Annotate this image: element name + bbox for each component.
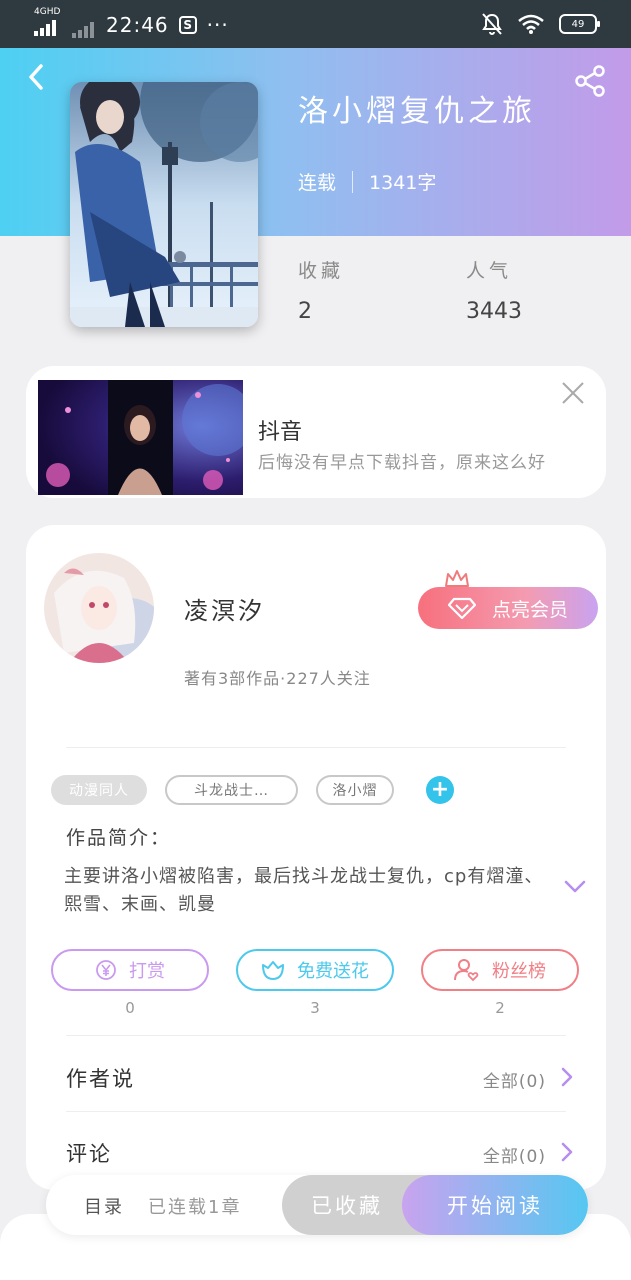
stat-popularity: 人气 3443 — [466, 256, 522, 324]
reward-label: 打赏 — [129, 961, 165, 982]
divider — [66, 1035, 566, 1036]
yen-icon — [96, 960, 116, 980]
toc-button[interactable]: 目录 — [84, 1193, 124, 1219]
row-title: 评论 — [66, 1142, 112, 1166]
network-type: 4GHD — [34, 7, 61, 17]
favorited-label: 已收藏 — [311, 1194, 383, 1218]
bottom-action-bar: 目录 已连载1章 已收藏 开始阅读 — [46, 1175, 588, 1235]
intro-title: 作品简介： — [66, 827, 172, 849]
diamond-icon — [447, 597, 476, 619]
share-icon[interactable] — [573, 64, 607, 98]
ad-app-name: 抖音 — [258, 420, 303, 445]
author-avatar[interactable] — [44, 553, 154, 663]
fan-rank-button[interactable]: 粉丝榜 — [421, 949, 579, 991]
close-icon[interactable] — [560, 380, 586, 406]
divider — [66, 747, 566, 748]
vip-button[interactable]: 点亮会员 — [418, 587, 598, 629]
more-notifications-icon: ··· — [206, 13, 229, 37]
tag-character[interactable]: 洛小熠 — [316, 775, 394, 805]
author-name[interactable]: 凌溟汐 — [184, 591, 265, 626]
toc-status[interactable]: 已连载1章 — [148, 1193, 241, 1219]
book-title: 洛小熠复仇之旅 — [298, 94, 536, 129]
stat-label: 收藏 — [298, 260, 345, 282]
divider — [66, 1111, 566, 1112]
cover-illustration — [70, 82, 258, 327]
signal-icon-secondary — [72, 20, 94, 38]
signal-icon — [34, 18, 62, 36]
flower-icon — [262, 961, 284, 980]
book-cover[interactable] — [70, 82, 258, 327]
clock: 22:46 — [106, 13, 169, 37]
battery-level: 49 — [571, 18, 585, 30]
mute-bell-icon — [482, 13, 502, 35]
wifi-icon — [518, 14, 544, 34]
fan-rank-icon — [454, 959, 479, 982]
fan-rank-count: 2 — [495, 999, 505, 1017]
reward-button[interactable]: 打赏 — [51, 949, 209, 991]
tag-genre[interactable]: 动漫同人 — [51, 775, 147, 805]
status-left: 4GHD 22:46 S ··· — [34, 7, 229, 40]
row-value: 全部(0) — [482, 1072, 546, 1092]
send-flower-label: 免费送花 — [297, 961, 369, 982]
add-tag-button[interactable]: + — [426, 776, 454, 804]
back-arrow-icon[interactable] — [22, 62, 52, 92]
row-title: 作者说 — [66, 1067, 135, 1091]
send-flower-button[interactable]: 免费送花 — [236, 949, 394, 991]
author-notes-row[interactable]: 作者说 全部(0) — [66, 1057, 576, 1097]
chevron-right-icon — [561, 1067, 573, 1087]
chevron-down-icon[interactable] — [564, 880, 586, 894]
ad-thumbnail[interactable] — [38, 380, 243, 495]
book-meta: 连载 1341字 — [298, 168, 436, 195]
stat-value: 2 — [298, 299, 312, 324]
author-info-card: 凌溟汐 著有3部作品·227人关注 点亮会员 动漫同人 斗龙战士… 洛小熠 + … — [26, 525, 606, 1190]
status-right: 49 — [481, 12, 600, 36]
reward-count: 0 — [125, 999, 135, 1017]
ad-image — [38, 380, 243, 495]
app-notification-icon: S — [178, 16, 197, 34]
crown-icon — [445, 570, 469, 587]
row-value: 全部(0) — [482, 1147, 546, 1167]
comments-row[interactable]: 评论 全部(0) — [66, 1132, 576, 1172]
start-reading-label: 开始阅读 — [447, 1194, 543, 1218]
meta-divider — [352, 170, 354, 193]
author-stats: 著有3部作品·227人关注 — [184, 669, 371, 688]
avatar-image — [44, 553, 154, 663]
fan-rank-label: 粉丝榜 — [492, 961, 546, 982]
status-bar: 4GHD 22:46 S ··· 49 — [0, 0, 631, 48]
stat-label: 人气 — [466, 260, 513, 282]
battery-icon: 49 — [559, 14, 600, 34]
ad-description: 后悔没有早点下载抖音，原来这么好 — [258, 453, 546, 473]
start-reading-button[interactable]: 开始阅读 — [402, 1175, 588, 1235]
book-status: 连载 — [298, 172, 337, 194]
flower-count: 3 — [310, 999, 320, 1017]
book-word-count: 1341字 — [369, 172, 437, 194]
stat-favorites: 收藏 2 — [298, 256, 344, 324]
vip-button-label: 点亮会员 — [491, 598, 568, 621]
signal-group: 4GHD — [34, 7, 62, 40]
stat-value: 3443 — [466, 299, 522, 324]
chevron-right-icon — [561, 1142, 573, 1162]
intro-text: 主要讲洛小熠被陷害，最后找斗龙战士复仇，cp有熠潼、熙雪、末画、凯曼 — [64, 866, 544, 915]
tag-fandom[interactable]: 斗龙战士… — [165, 775, 298, 805]
ad-banner[interactable]: 抖音 后悔没有早点下载抖音，原来这么好 — [26, 366, 606, 498]
